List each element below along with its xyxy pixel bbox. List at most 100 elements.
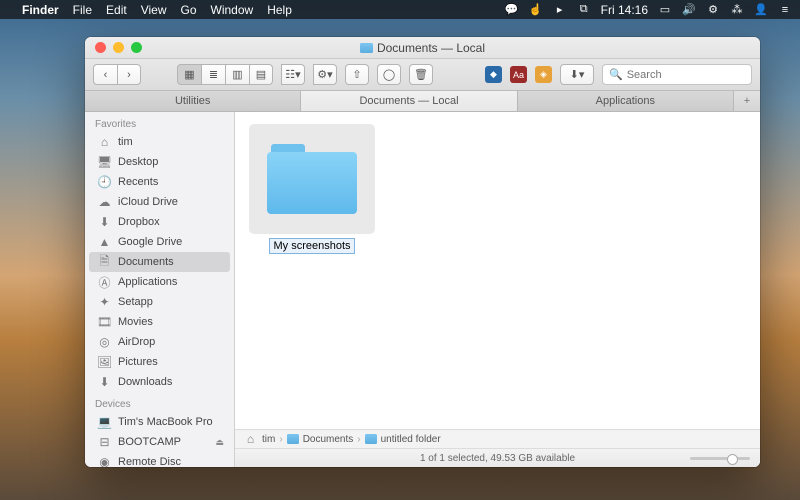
sidebar-item-remotedisc[interactable]: ◉Remote Disc bbox=[85, 452, 234, 467]
dropbox-toolbar-button[interactable]: ⬇▾ bbox=[560, 64, 594, 85]
gdrive-icon: ▲ bbox=[97, 236, 112, 249]
window-close-button[interactable] bbox=[95, 42, 106, 53]
bluetooth-icon[interactable]: ⁂ bbox=[730, 3, 744, 17]
cloud-icon: ☁ bbox=[97, 196, 112, 209]
status-text: 1 of 1 selected, 49.53 GB available bbox=[420, 453, 575, 464]
menu-go[interactable]: Go bbox=[181, 3, 197, 17]
eject-icon[interactable]: ⏏ bbox=[215, 437, 224, 448]
tab-bar: Utilities Documents — Local Applications… bbox=[85, 91, 760, 112]
view-icon-button[interactable]: ▦ bbox=[177, 64, 201, 85]
share-button[interactable]: ⇧ bbox=[345, 64, 369, 85]
sidebar-item-airdrop[interactable]: ◎AirDrop bbox=[85, 332, 234, 352]
home-icon: ⌂ bbox=[243, 433, 258, 446]
forward-button[interactable]: › bbox=[117, 64, 141, 85]
pathbar-segment[interactable]: Documents bbox=[303, 434, 354, 445]
window-minimize-button[interactable] bbox=[113, 42, 124, 53]
action-button[interactable]: ⚙▾ bbox=[313, 64, 337, 85]
extension-icon[interactable]: Aa bbox=[510, 66, 527, 83]
status-bar: 1 of 1 selected, 49.53 GB available bbox=[235, 448, 760, 467]
disc-icon: ◉ bbox=[97, 456, 112, 468]
window-zoom-button[interactable] bbox=[131, 42, 142, 53]
status-icon[interactable]: ☝ bbox=[529, 3, 543, 17]
view-column-button[interactable]: ▥ bbox=[225, 64, 249, 85]
sidebar-item-desktop[interactable]: 🖥Desktop bbox=[85, 152, 234, 172]
finder-toolbar: ‹ › ▦ ≣ ▥ ▤ ☷▾ ⚙▾ ⇧ ◯ 🗑 ◆ Aa ◈ ⬇▾ 🔍 bbox=[85, 59, 760, 91]
sidebar-item-recents[interactable]: 🕘Recents bbox=[85, 172, 234, 192]
sidebar-item-downloads[interactable]: ⬇Downloads bbox=[85, 372, 234, 392]
sidebar-item-applications[interactable]: ⒶApplications bbox=[85, 272, 234, 292]
user-icon[interactable]: 👤 bbox=[754, 3, 768, 17]
content-area[interactable]: My screenshots ⌂ tim › Documents › untit… bbox=[235, 112, 760, 467]
menu-view[interactable]: View bbox=[141, 3, 167, 17]
delete-button[interactable]: 🗑 bbox=[409, 64, 433, 85]
view-gallery-button[interactable]: ▤ bbox=[249, 64, 273, 85]
finder-window: Documents — Local ‹ › ▦ ≣ ▥ ▤ ☷▾ ⚙▾ ⇧ ◯ … bbox=[85, 37, 760, 467]
applications-icon: Ⓐ bbox=[97, 276, 112, 289]
folder-icon bbox=[287, 434, 299, 444]
back-button[interactable]: ‹ bbox=[93, 64, 117, 85]
sidebar: Favorites ⌂tim 🖥Desktop 🕘Recents ☁iCloud… bbox=[85, 112, 235, 467]
menubar-clock[interactable]: Fri 14:16 bbox=[601, 3, 648, 17]
extension-icon[interactable]: ◆ bbox=[485, 66, 502, 83]
folder-icon bbox=[360, 43, 373, 53]
search-field[interactable]: 🔍 bbox=[602, 64, 752, 85]
sidebar-item-pictures[interactable]: 🖼Pictures bbox=[85, 352, 234, 372]
sidebar-item-documents[interactable]: 🗎Documents bbox=[89, 252, 230, 272]
sidebar-item-dropbox[interactable]: ⬇Dropbox bbox=[85, 212, 234, 232]
laptop-icon: 💻 bbox=[97, 416, 112, 429]
tab-utilities[interactable]: Utilities bbox=[85, 91, 301, 111]
status-icon[interactable]: ▸ bbox=[553, 3, 567, 17]
app-name[interactable]: Finder bbox=[22, 3, 59, 17]
sidebar-header-devices: Devices bbox=[85, 392, 234, 412]
menu-help[interactable]: Help bbox=[267, 3, 292, 17]
system-menubar: Finder File Edit View Go Window Help 💬 ☝… bbox=[0, 0, 800, 19]
sidebar-item-bootcamp[interactable]: ⊟BOOTCAMP⏏ bbox=[85, 432, 234, 452]
sidebar-item-gdrive[interactable]: ▲Google Drive bbox=[85, 232, 234, 252]
folder-icon bbox=[267, 144, 357, 214]
spotlight-icon[interactable]: ≡ bbox=[778, 3, 792, 17]
arrange-button[interactable]: ☷▾ bbox=[281, 64, 305, 85]
sidebar-item-macbook[interactable]: 💻Tim's MacBook Pro bbox=[85, 412, 234, 432]
dropbox-icon: ⬇ bbox=[97, 216, 112, 229]
window-title: Documents — Local bbox=[377, 41, 485, 55]
chevron-icon: › bbox=[279, 434, 282, 445]
new-tab-button[interactable]: + bbox=[734, 91, 760, 111]
volume-icon[interactable]: 🔊 bbox=[682, 3, 696, 17]
folder-thumbnail[interactable] bbox=[249, 124, 375, 234]
home-icon: ⌂ bbox=[97, 136, 112, 149]
sidebar-item-movies[interactable]: 🎞Movies bbox=[85, 312, 234, 332]
sidebar-item-home[interactable]: ⌂tim bbox=[85, 132, 234, 152]
pictures-icon: 🖼 bbox=[97, 356, 112, 369]
window-titlebar[interactable]: Documents — Local bbox=[85, 37, 760, 59]
chevron-icon: › bbox=[357, 434, 360, 445]
extension-icon[interactable]: ◈ bbox=[535, 66, 552, 83]
folder-item[interactable]: My screenshots bbox=[247, 124, 377, 254]
setapp-icon: ✦ bbox=[97, 296, 112, 309]
folder-icon bbox=[365, 434, 377, 444]
pathbar-segment[interactable]: tim bbox=[262, 434, 275, 445]
menu-edit[interactable]: Edit bbox=[106, 3, 127, 17]
sidebar-header-favorites: Favorites bbox=[85, 112, 234, 132]
pathbar-segment[interactable]: untitled folder bbox=[381, 434, 441, 445]
display-icon[interactable]: ▭ bbox=[658, 3, 672, 17]
airdrop-icon: ◎ bbox=[97, 336, 112, 349]
tab-applications[interactable]: Applications bbox=[518, 91, 734, 111]
search-input[interactable] bbox=[627, 69, 745, 81]
sidebar-item-icloud[interactable]: ☁iCloud Drive bbox=[85, 192, 234, 212]
menu-file[interactable]: File bbox=[73, 3, 92, 17]
downloads-icon: ⬇ bbox=[97, 376, 112, 389]
desktop-icon: 🖥 bbox=[97, 156, 112, 169]
view-mode-group: ▦ ≣ ▥ ▤ bbox=[177, 64, 273, 85]
menu-window[interactable]: Window bbox=[211, 3, 254, 17]
status-icon[interactable]: ⧉ bbox=[577, 3, 591, 17]
documents-icon: 🗎 bbox=[97, 256, 112, 269]
search-icon: 🔍 bbox=[609, 68, 623, 81]
view-list-button[interactable]: ≣ bbox=[201, 64, 225, 85]
folder-name-editing[interactable]: My screenshots bbox=[269, 238, 354, 254]
tags-button[interactable]: ◯ bbox=[377, 64, 401, 85]
status-icon[interactable]: 💬 bbox=[505, 3, 519, 17]
tab-documents[interactable]: Documents — Local bbox=[301, 91, 517, 111]
zoom-slider[interactable] bbox=[690, 457, 750, 460]
sidebar-item-setapp[interactable]: ✦Setapp bbox=[85, 292, 234, 312]
wifi-icon[interactable]: ⚙ bbox=[706, 3, 720, 17]
